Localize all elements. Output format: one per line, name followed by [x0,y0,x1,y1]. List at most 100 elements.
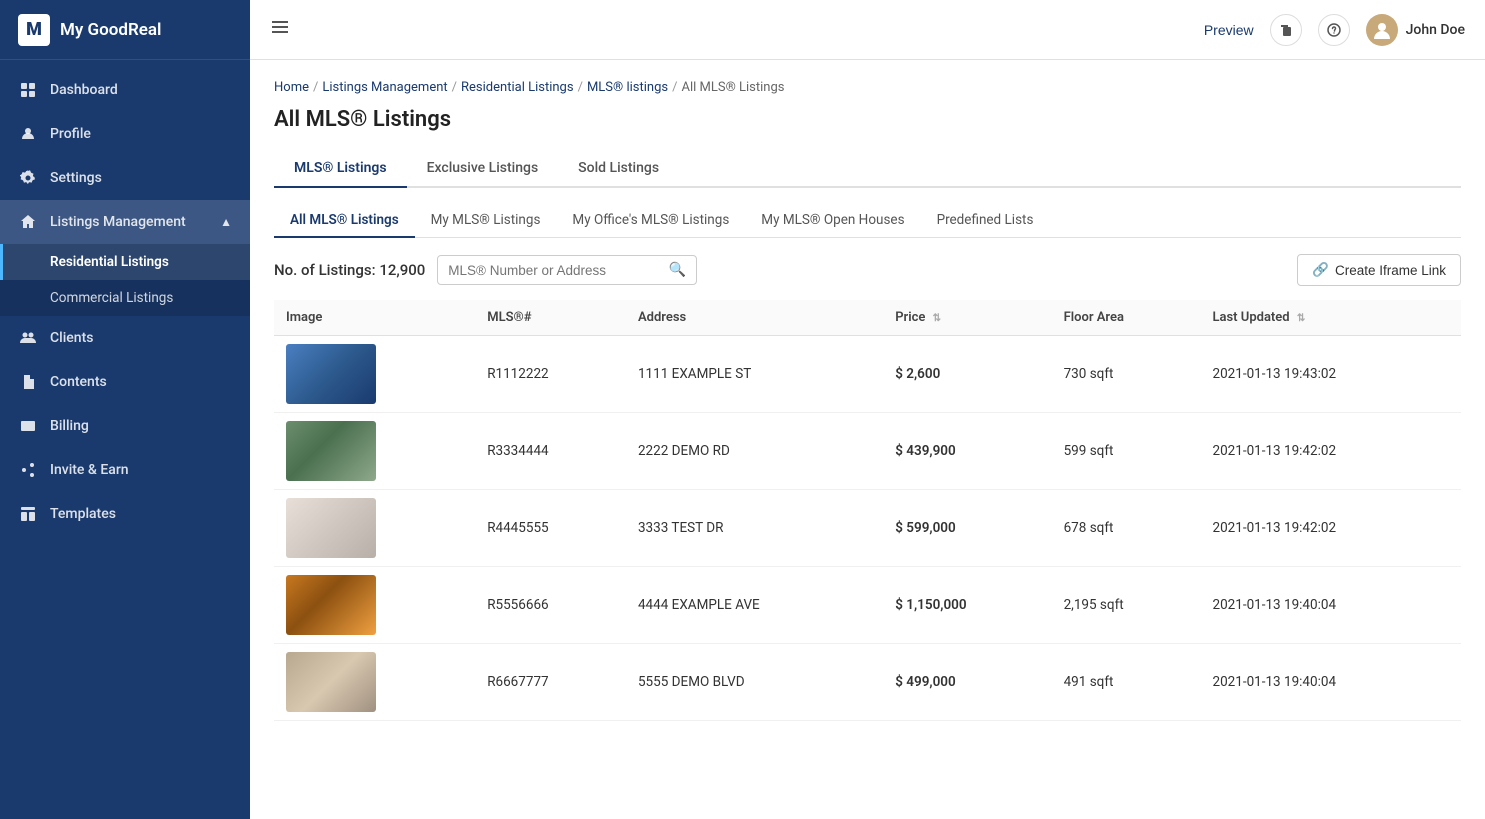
tab-exclusive-listings[interactable]: Exclusive Listings [407,150,559,188]
template-icon [18,504,38,524]
header: Preview John Doe [250,0,1485,60]
table-row[interactable]: R5556666 4444 EXAMPLE AVE $ 1,150,000 2,… [274,567,1461,644]
search-icon: 🔍 [669,262,686,278]
cell-image-3 [274,567,475,644]
sidebar-item-listings-management[interactable]: Listings Management ▲ [0,200,250,244]
tab-office-mls[interactable]: My Office's MLS® Listings [556,204,745,238]
username-label: John Doe [1406,22,1465,38]
preview-button[interactable]: Preview [1204,22,1254,38]
breadcrumb-mls-listings[interactable]: MLS® listings [587,80,668,95]
sidebar-item-settings-label: Settings [50,170,102,186]
sidebar-nav: Dashboard Profile Settings Listings Mana… [0,60,250,819]
listing-image-2 [286,498,376,558]
cell-price-2: $ 599,000 [883,490,1051,567]
sidebar-item-commercial[interactable]: Commercial Listings [0,280,250,316]
sidebar-item-billing[interactable]: Billing [0,404,250,448]
gear-icon [18,168,38,188]
cell-image-0 [274,336,475,413]
sidebar-commercial-label: Commercial Listings [50,290,173,306]
sidebar-item-dashboard-label: Dashboard [50,82,118,98]
cell-address-4: 5555 DEMO BLVD [626,644,883,721]
tab-predefined-lists[interactable]: Predefined Lists [921,204,1050,238]
table-row[interactable]: R3334444 2222 DEMO RD $ 439,900 599 sqft… [274,413,1461,490]
table-row[interactable]: R4445555 3333 TEST DR $ 599,000 678 sqft… [274,490,1461,567]
search-input[interactable] [448,263,663,278]
sidebar-item-clients[interactable]: Clients [0,316,250,360]
sidebar-item-listings-label: Listings Management [50,214,186,230]
breadcrumb-listings-management[interactable]: Listings Management [322,80,447,95]
col-price[interactable]: Price ⇅ [883,300,1051,336]
sidebar-item-invite-earn[interactable]: Invite & Earn [0,448,250,492]
cell-price-1: $ 439,900 [883,413,1051,490]
cell-address-3: 4444 EXAMPLE AVE [626,567,883,644]
credit-icon [18,416,38,436]
menu-toggle-icon[interactable] [270,17,290,42]
user-menu[interactable]: John Doe [1366,14,1465,46]
help-icon-button[interactable] [1318,14,1350,46]
col-floor-area: Floor Area [1052,300,1201,336]
tab-sold-listings[interactable]: Sold Listings [558,150,679,188]
cell-last-updated-4: 2021-01-13 19:40:04 [1200,644,1461,721]
cell-mls-1: R3334444 [475,413,626,490]
app-name: My GoodReal [60,20,161,40]
listing-count: No. of Listings: 12,900 [274,261,425,279]
create-iframe-link-button[interactable]: 🔗 Create Iframe Link [1297,254,1461,286]
cell-last-updated-1: 2021-01-13 19:42:02 [1200,413,1461,490]
sidebar-item-residential[interactable]: Residential Listings [0,244,250,280]
cell-floor-area-0: 730 sqft [1052,336,1201,413]
cell-address-0: 1111 EXAMPLE ST [626,336,883,413]
cell-mls-3: R5556666 [475,567,626,644]
cell-mls-0: R1112222 [475,336,626,413]
price-sort-icon: ⇅ [933,313,941,324]
grid-icon [18,80,38,100]
cell-mls-4: R6667777 [475,644,626,721]
sidebar-item-templates-label: Templates [50,506,116,522]
listing-image-0 [286,344,376,404]
sidebar-item-profile[interactable]: Profile [0,112,250,156]
listing-image-3 [286,575,376,635]
breadcrumb-home[interactable]: Home [274,80,309,95]
link-icon: 🔗 [1312,262,1329,278]
updated-sort-icon: ⇅ [1297,313,1305,324]
cell-price-0: $ 2,600 [883,336,1051,413]
cell-floor-area-1: 599 sqft [1052,413,1201,490]
tab-open-houses[interactable]: My MLS® Open Houses [745,204,920,238]
chevron-up-icon: ▲ [220,215,232,229]
tab-my-mls[interactable]: My MLS® Listings [415,204,557,238]
content-area: Home / Listings Management / Residential… [250,60,1485,819]
file-icon [18,372,38,392]
sidebar-item-profile-label: Profile [50,126,91,142]
breadcrumb-residential-listings[interactable]: Residential Listings [461,80,574,95]
sidebar-logo: M My GoodReal [0,0,250,60]
secondary-tabs: All MLS® Listings My MLS® Listings My Of… [274,204,1461,238]
user-icon [18,124,38,144]
sidebar-item-settings[interactable]: Settings [0,156,250,200]
people-icon [18,328,38,348]
col-last-updated[interactable]: Last Updated ⇅ [1200,300,1461,336]
main-area: Preview John Doe Home / Listings Managem… [250,0,1485,819]
sidebar-item-contents[interactable]: Contents [0,360,250,404]
col-image: Image [274,300,475,336]
tab-mls-listings[interactable]: MLS® Listings [274,150,407,188]
logo-icon: M [18,14,50,46]
cell-address-1: 2222 DEMO RD [626,413,883,490]
copy-icon-button[interactable] [1270,14,1302,46]
cell-floor-area-3: 2,195 sqft [1052,567,1201,644]
primary-tabs: MLS® Listings Exclusive Listings Sold Li… [274,150,1461,188]
table-row[interactable]: R1112222 1111 EXAMPLE ST $ 2,600 730 sqf… [274,336,1461,413]
breadcrumb-current: All MLS® Listings [681,80,784,95]
cell-address-2: 3333 TEST DR [626,490,883,567]
sidebar-item-billing-label: Billing [50,418,89,434]
table-row[interactable]: R6667777 5555 DEMO BLVD $ 499,000 491 sq… [274,644,1461,721]
sidebar-item-dashboard[interactable]: Dashboard [0,68,250,112]
search-box[interactable]: 🔍 [437,255,697,285]
sidebar-item-templates[interactable]: Templates [0,492,250,536]
cell-last-updated-2: 2021-01-13 19:42:02 [1200,490,1461,567]
cell-image-1 [274,413,475,490]
sidebar-residential-label: Residential Listings [50,254,169,270]
cell-price-4: $ 499,000 [883,644,1051,721]
tab-all-mls[interactable]: All MLS® Listings [274,204,415,238]
avatar [1366,14,1398,46]
sidebar-sub-nav: Residential Listings Commercial Listings [0,244,250,316]
cell-floor-area-2: 678 sqft [1052,490,1201,567]
